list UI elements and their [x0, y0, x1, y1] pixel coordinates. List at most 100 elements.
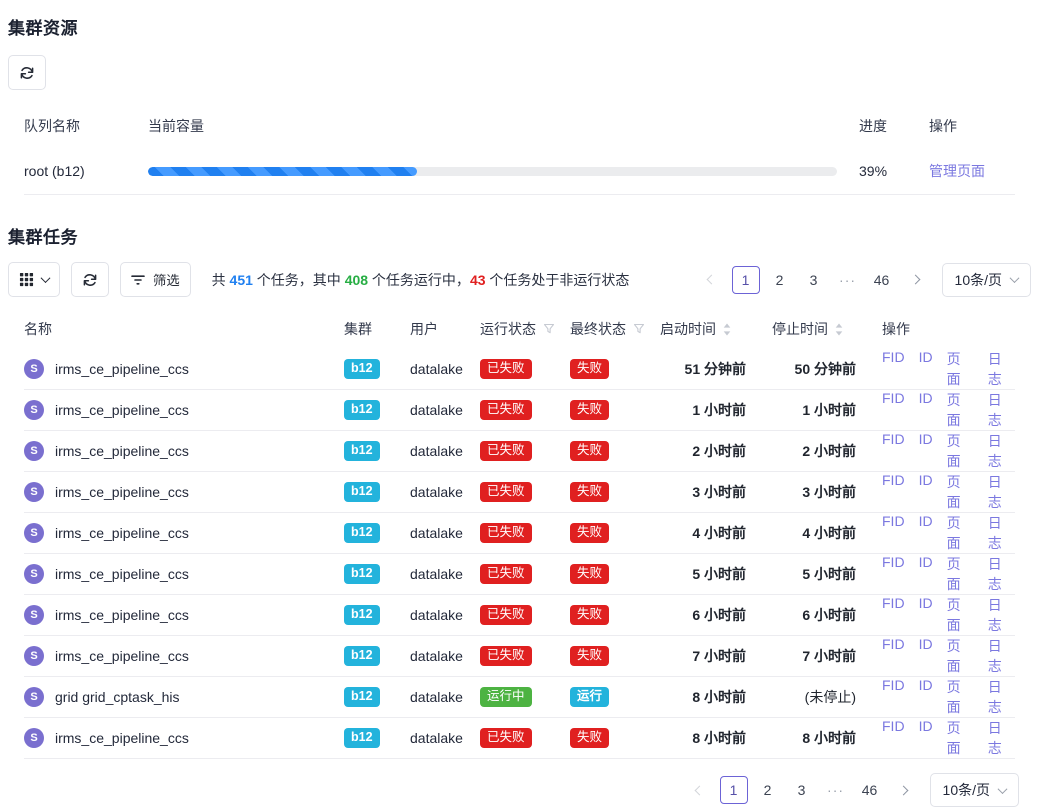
row-action-link[interactable]: FID	[882, 431, 905, 471]
row-action-link[interactable]: FID	[882, 513, 905, 553]
bottom-pagination-wrap: 123···46 10条/页	[8, 773, 1031, 807]
row-action-link[interactable]: 日志	[988, 431, 1015, 471]
row-action-link[interactable]: 页面	[947, 677, 974, 717]
pagination-page-1[interactable]: 1	[720, 776, 748, 804]
name-cell: S irms_ce_pipeline_ccs	[24, 482, 344, 502]
row-action-link[interactable]: 日志	[988, 595, 1015, 635]
cluster-badge: b12	[344, 646, 380, 667]
row-action-link[interactable]: ID	[919, 472, 933, 512]
row-action-link[interactable]: 日志	[988, 554, 1015, 594]
tasks-table-body: S irms_ce_pipeline_ccs b12 datalake 已失败 …	[24, 349, 1015, 759]
row-action-link[interactable]: 日志	[988, 390, 1015, 430]
pagination-prev-button[interactable]	[698, 266, 726, 294]
row-action-link[interactable]: FID	[882, 472, 905, 512]
row-action-link[interactable]: 页面	[947, 718, 974, 758]
row-action-link[interactable]: FID	[882, 595, 905, 635]
chevron-left-icon	[695, 785, 705, 795]
name-cell: S irms_ce_pipeline_ccs	[24, 646, 344, 666]
run-status-badge: 已失败	[480, 482, 532, 503]
filter-button-label: 筛选	[153, 270, 180, 289]
name-cell: S irms_ce_pipeline_ccs	[24, 728, 344, 748]
filter-button[interactable]: 筛选	[120, 262, 191, 297]
row-action-link[interactable]: FID	[882, 554, 905, 594]
pagination-next-button[interactable]	[890, 776, 918, 804]
row-action-link[interactable]: FID	[882, 390, 905, 430]
resources-refresh-button[interactable]	[8, 55, 46, 90]
sort-icon[interactable]	[835, 323, 843, 336]
row-action-link[interactable]: 页面	[947, 513, 974, 553]
pagination-ellipsis[interactable]: ···	[822, 776, 850, 804]
pagination: 123···46 10条/页	[698, 263, 1031, 297]
row-action-link[interactable]: ID	[919, 349, 933, 389]
tasks-toolbar-left: 筛选 共 451 个任务，其中 408 个任务运行中，43 个任务处于非运行状态	[8, 262, 629, 297]
row-action-link[interactable]: 日志	[988, 349, 1015, 389]
row-actions: FID ID 页面日志	[882, 595, 1015, 635]
row-action-link[interactable]: ID	[919, 636, 933, 676]
row-action-link[interactable]: ID	[919, 431, 933, 471]
page-size-select[interactable]: 10条/页	[942, 263, 1031, 297]
pagination-prev-button[interactable]	[686, 776, 714, 804]
stop-time: 50 分钟前	[772, 359, 882, 379]
row-actions: FID ID 页面日志	[882, 636, 1015, 676]
pagination-ellipsis[interactable]: ···	[834, 266, 862, 294]
top-pagination-wrap: 123···46 10条/页	[698, 263, 1031, 297]
cluster-resources-title: 集群资源	[8, 14, 1031, 39]
pagination-page-1[interactable]: 1	[732, 266, 760, 294]
row-action-link[interactable]: FID	[882, 677, 905, 717]
filter-funnel-icon[interactable]	[633, 323, 645, 335]
table-row: S irms_ce_pipeline_ccs b12 datalake 已失败 …	[24, 595, 1015, 636]
pagination-page-2[interactable]: 2	[754, 776, 782, 804]
row-action-link[interactable]: ID	[919, 595, 933, 635]
row-action-link[interactable]: FID	[882, 636, 905, 676]
stop-time: 1 小时前	[772, 400, 882, 420]
stop-time: 6 小时前	[772, 605, 882, 625]
pagination-page-3[interactable]: 3	[800, 266, 828, 294]
row-action-link[interactable]: 页面	[947, 636, 974, 676]
task-name: irms_ce_pipeline_ccs	[55, 484, 189, 500]
filter-lines-icon	[131, 274, 145, 286]
row-action-link[interactable]: 页面	[947, 390, 974, 430]
row-action-link[interactable]: 日志	[988, 718, 1015, 758]
filter-funnel-icon[interactable]	[543, 323, 555, 335]
row-actions: FID ID 页面日志	[882, 431, 1015, 471]
sort-icon[interactable]	[723, 323, 731, 336]
row-action-link[interactable]: FID	[882, 349, 905, 389]
row-action-link[interactable]: 页面	[947, 554, 974, 594]
row-action-link[interactable]: FID	[882, 718, 905, 758]
row-action-link[interactable]: ID	[919, 513, 933, 553]
run-status-badge: 已失败	[480, 728, 532, 749]
grid-icon	[19, 272, 34, 287]
pagination-page-46[interactable]: 46	[868, 266, 896, 294]
row-action-link[interactable]: ID	[919, 554, 933, 594]
pagination-page-3[interactable]: 3	[788, 776, 816, 804]
task-name: irms_ce_pipeline_ccs	[55, 607, 189, 623]
avatar: S	[24, 728, 44, 748]
pagination-page-46[interactable]: 46	[856, 776, 884, 804]
column-layout-dropdown-button[interactable]	[8, 262, 60, 297]
row-action-link[interactable]: ID	[919, 390, 933, 430]
row-action-link[interactable]: ID	[919, 718, 933, 758]
pagination-next-button[interactable]	[902, 266, 930, 294]
manage-page-link[interactable]: 管理页面	[929, 163, 985, 179]
name-cell: S irms_ce_pipeline_ccs	[24, 359, 344, 379]
row-action-link[interactable]: 日志	[988, 513, 1015, 553]
row-action-link[interactable]: 日志	[988, 677, 1015, 717]
avatar: S	[24, 482, 44, 502]
row-action-link[interactable]: 页面	[947, 349, 974, 389]
row-action-link[interactable]: 日志	[988, 636, 1015, 676]
row-action-link[interactable]: 页面	[947, 472, 974, 512]
row-action-link[interactable]: ID	[919, 677, 933, 717]
resources-table-row: root (b12) 39% 管理页面	[24, 148, 1015, 195]
tasks-refresh-button[interactable]	[71, 262, 109, 297]
user-cell: datalake	[410, 525, 480, 541]
row-action-link[interactable]: 页面	[947, 431, 974, 471]
start-time: 8 小时前	[660, 728, 772, 748]
page-size-select[interactable]: 10条/页	[930, 773, 1019, 807]
row-action-link[interactable]: 页面	[947, 595, 974, 635]
pagination-page-2[interactable]: 2	[766, 266, 794, 294]
col-stop-time: 停止时间	[772, 319, 882, 339]
cluster-badge: b12	[344, 687, 380, 708]
row-action-link[interactable]: 日志	[988, 472, 1015, 512]
row-actions: FID ID 页面日志	[882, 390, 1015, 430]
table-row: S irms_ce_pipeline_ccs b12 datalake 已失败 …	[24, 554, 1015, 595]
